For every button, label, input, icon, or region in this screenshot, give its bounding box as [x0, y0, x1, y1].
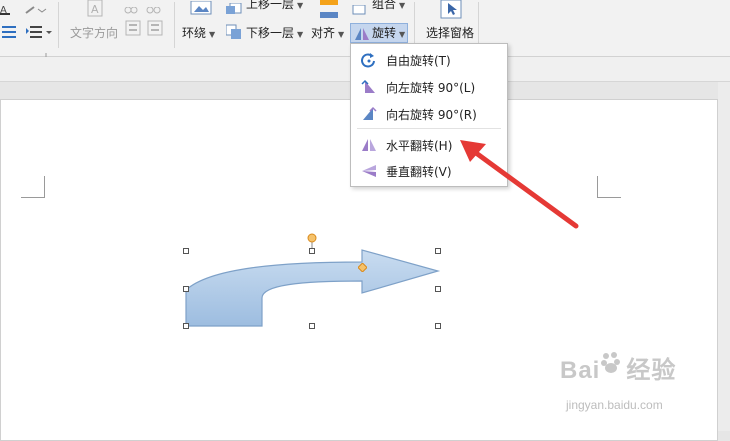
menu-item-label: 向左旋转 90°(L) — [386, 81, 476, 95]
rotate-icon — [354, 26, 370, 40]
bring-forward-button[interactable]: 上移一层 ▼ — [246, 0, 303, 14]
watermark-logo: Bai 经验 — [560, 350, 730, 390]
align-button[interactable]: 对齐 ▼ — [311, 25, 344, 43]
chevron-down-icon: ▼ — [209, 30, 216, 39]
flip-horizontal-icon — [361, 137, 377, 153]
resize-handle[interactable] — [183, 248, 189, 254]
resize-handle[interactable] — [435, 323, 441, 329]
paw-icon — [600, 350, 622, 374]
chevron-down-icon: ▼ — [399, 30, 406, 39]
picture-icon[interactable] — [190, 0, 212, 15]
link-icon[interactable] — [124, 0, 166, 14]
annotation-arrow — [460, 140, 579, 229]
margin-mark-left — [21, 176, 45, 198]
menu-item-label: 自由旋转(T) — [386, 54, 451, 68]
watermark-logo-text: Bai — [560, 357, 601, 384]
wrap-label: 环绕 — [182, 26, 207, 40]
align-icon[interactable] — [320, 0, 338, 18]
ribbon-separator — [478, 2, 479, 48]
resize-handle[interactable] — [309, 248, 315, 254]
group-label: 组合 — [372, 0, 397, 11]
text-format-icon[interactable]: A — [0, 0, 12, 16]
selection-pane-button[interactable]: 选择窗格 — [426, 25, 474, 41]
resize-handle[interactable] — [183, 323, 189, 329]
line-spacing-icon[interactable] — [2, 24, 20, 40]
flip-vertical-icon — [361, 163, 377, 179]
ribbon-separator — [174, 2, 175, 48]
chevron-down-icon: ▼ — [399, 1, 406, 10]
resize-handle[interactable] — [309, 323, 315, 329]
ribbon-separator — [58, 2, 59, 48]
margin-mark-right — [597, 176, 621, 198]
free-rotate-icon — [361, 52, 377, 68]
menu-item-free-rotate[interactable]: 自由旋转(T) — [352, 47, 506, 73]
rotate-left-icon — [361, 79, 377, 95]
ribbon-separator — [414, 2, 415, 48]
bring-forward-icon[interactable] — [226, 0, 242, 14]
svg-text:A: A — [91, 3, 99, 16]
menu-separator — [357, 128, 501, 129]
menu-item-rotate-left[interactable]: 向左旋转 90°(L) — [352, 74, 506, 100]
watermark-url: jingyan.baidu.com — [566, 398, 663, 412]
menu-item-label: 向右旋转 90°(R) — [386, 108, 477, 122]
resize-handle[interactable] — [435, 248, 441, 254]
rotate-text: 旋转 — [372, 26, 397, 40]
text-box-icon[interactable] — [124, 20, 166, 38]
resize-handle[interactable] — [435, 286, 441, 292]
rotation-handle[interactable] — [307, 228, 317, 243]
align-label: 对齐 — [311, 26, 336, 40]
rotate-right-icon — [361, 106, 377, 122]
group-icon[interactable] — [352, 0, 366, 15]
rotate-button[interactable]: 旋转 ▼ — [350, 23, 408, 43]
watermark-logo-text-2: 经验 — [626, 357, 677, 384]
selection-pane-icon[interactable] — [440, 0, 462, 20]
text-direction-icon[interactable]: A — [86, 0, 106, 20]
send-backward-button[interactable]: 下移一层 ▼ — [246, 25, 303, 43]
chevron-down-icon: ▼ — [338, 30, 345, 39]
rotate-label: 旋转 ▼ — [372, 25, 405, 43]
group-button[interactable]: 组合 ▼ — [372, 0, 405, 14]
text-direction-button[interactable]: 文字方向 — [70, 25, 118, 41]
dialog-launcher-icon[interactable] — [45, 44, 52, 59]
menu-item-label: 水平翻转(H) — [386, 139, 453, 153]
menu-item-rotate-right[interactable]: 向右旋转 90°(R) — [352, 101, 506, 127]
indent-icon[interactable] — [26, 24, 54, 40]
chevron-down-icon: ▼ — [297, 30, 304, 39]
chevron-down-icon: ▼ — [297, 1, 304, 10]
send-backward-icon[interactable] — [225, 24, 242, 40]
pen-icon[interactable] — [24, 0, 48, 14]
send-backward-label: 下移一层 — [246, 26, 295, 40]
wrap-button[interactable]: 环绕 ▼ — [182, 25, 215, 43]
resize-handle[interactable] — [183, 286, 189, 292]
menu-item-label: 垂直翻转(V) — [386, 165, 452, 179]
adjust-handle[interactable] — [357, 257, 368, 273]
bring-forward-label: 上移一层 — [246, 0, 295, 11]
